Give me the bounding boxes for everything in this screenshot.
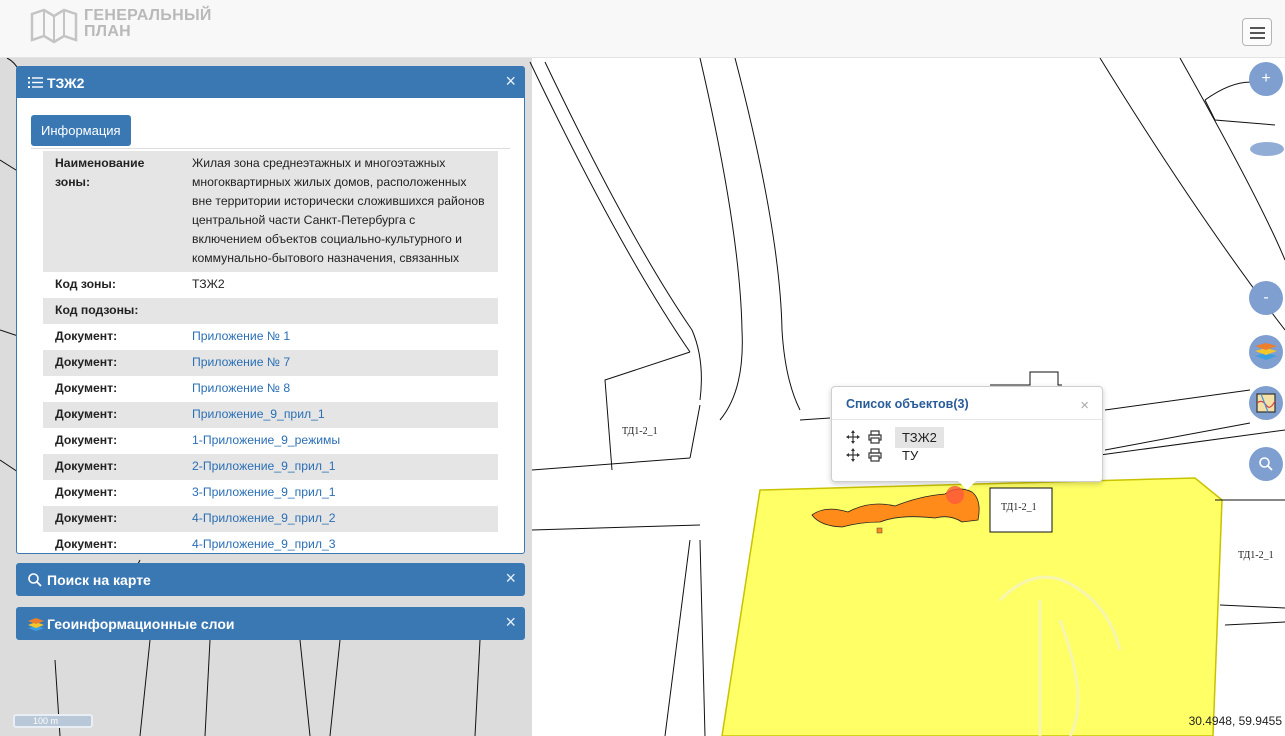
- table-row: Документ: Приложение № 7: [43, 350, 498, 376]
- document-link[interactable]: 4-Приложение_9_прил_3: [192, 537, 336, 551]
- logo-line-1: ГЕНЕРАЛЬНЫЙ: [84, 7, 212, 24]
- search-map-button[interactable]: [1249, 447, 1283, 481]
- row-key: Код подзоны:: [43, 298, 180, 324]
- logo-icon: [30, 8, 78, 44]
- list-item: ТЗЖ2: [844, 427, 1084, 448]
- move-icon[interactable]: [846, 430, 860, 444]
- info-table: Наименование зоны: Жилая зона среднеэтаж…: [43, 151, 498, 558]
- popup-item-label[interactable]: ТУ: [895, 445, 925, 466]
- table-row: Документ: 4-Приложение_9_прил_2: [43, 506, 498, 532]
- popup-pointer: [958, 481, 976, 490]
- menu-button[interactable]: [1242, 18, 1272, 46]
- layers-icon: [1255, 343, 1277, 360]
- map-icon: [1256, 393, 1276, 413]
- document-link[interactable]: Приложение_9_прил_1: [192, 407, 325, 421]
- menu-icon: [1250, 27, 1265, 29]
- table-row: Код подзоны:: [43, 298, 498, 324]
- row-value: [180, 298, 498, 324]
- print-icon[interactable]: [868, 430, 882, 444]
- search-icon: [1259, 457, 1273, 471]
- row-key: Документ:: [43, 350, 180, 376]
- table-row: Документ: Приложение № 8: [43, 376, 498, 402]
- row-key: Документ:: [55, 537, 118, 551]
- tab-information[interactable]: Информация: [31, 115, 131, 146]
- document-link[interactable]: Приложение № 7: [192, 355, 290, 369]
- close-icon[interactable]: ×: [505, 613, 516, 631]
- row-value: ТЗЖ2: [192, 277, 225, 291]
- row-key: Документ:: [55, 433, 118, 447]
- search-panel-title: Поиск на карте: [47, 572, 151, 588]
- search-icon: [28, 573, 42, 587]
- close-icon[interactable]: ×: [505, 72, 516, 90]
- row-value: Жилая зона среднеэтажных и многоэтажных …: [180, 151, 498, 272]
- info-panel: ТЗЖ2 × Информация Наименование зоны: Жил…: [16, 66, 525, 554]
- table-row: Код зоны: ТЗЖ2: [43, 272, 498, 298]
- layers-panel[interactable]: Геоинформационные слои ×: [16, 607, 525, 640]
- tab-divider: [31, 148, 510, 149]
- print-icon[interactable]: [868, 448, 882, 462]
- info-panel-title: ТЗЖ2: [47, 75, 85, 91]
- objects-popup: Список объектов(3) × ТЗЖ2 ТУ: [831, 386, 1103, 490]
- close-icon[interactable]: ×: [505, 569, 516, 587]
- app-header: ГЕНЕРАЛЬНЫЙ ПЛАН: [0, 0, 1285, 58]
- row-key: Документ:: [43, 454, 180, 480]
- table-row: Документ: Приложение_9_прил_1: [43, 402, 498, 428]
- document-link[interactable]: 1-Приложение_9_режимы: [192, 433, 340, 447]
- document-link[interactable]: Приложение № 1: [192, 329, 290, 343]
- table-row: Документ: 2-Приложение_9_прил_1: [43, 454, 498, 480]
- scale-bar: 100 m: [13, 714, 93, 728]
- table-row: Наименование зоны: Жилая зона среднеэтаж…: [43, 151, 498, 272]
- document-link[interactable]: 4-Приложение_9_прил_2: [192, 511, 336, 525]
- logo-line-2: ПЛАН: [84, 23, 132, 40]
- row-key: Документ:: [55, 329, 118, 343]
- row-key: Документ:: [43, 506, 180, 532]
- zoom-in-button[interactable]: +: [1249, 62, 1283, 96]
- close-icon[interactable]: ×: [1080, 397, 1089, 414]
- list-item: ТУ: [844, 445, 1084, 465]
- search-panel-header[interactable]: Поиск на карте ×: [17, 564, 524, 595]
- row-key: Документ:: [43, 402, 180, 428]
- document-link[interactable]: 3-Приложение_9_прил_1: [192, 485, 336, 499]
- layers-panel-header[interactable]: Геоинформационные слои ×: [17, 608, 524, 639]
- map-zone-label: ТД1-2_1: [622, 426, 658, 437]
- map-style-button[interactable]: [1249, 386, 1283, 420]
- layers-icon: [28, 618, 44, 631]
- row-key: Код зоны:: [55, 277, 116, 291]
- zoom-out-button[interactable]: -: [1249, 281, 1283, 315]
- row-key: Документ:: [55, 485, 118, 499]
- popup-title: Список объектов(3): [846, 397, 969, 411]
- table-row: Документ: Приложение № 1: [43, 324, 498, 350]
- table-row: Документ: 3-Приложение_9_прил_1: [43, 480, 498, 506]
- search-panel[interactable]: Поиск на карте ×: [16, 563, 525, 596]
- map-zone-label: ТД1-2_1: [1238, 550, 1274, 561]
- document-link[interactable]: 2-Приложение_9_прил_1: [192, 459, 336, 473]
- layers-panel-title: Геоинформационные слои: [47, 616, 235, 632]
- move-icon[interactable]: [846, 448, 860, 462]
- document-link[interactable]: Приложение № 8: [192, 381, 290, 395]
- table-row: Документ: 1-Приложение_9_режимы: [43, 428, 498, 454]
- list-icon: [28, 77, 43, 88]
- row-key: Наименование зоны:: [43, 151, 180, 272]
- layers-button[interactable]: [1249, 335, 1283, 369]
- row-key: Документ:: [55, 381, 118, 395]
- popup-divider: [832, 419, 1102, 420]
- info-panel-header[interactable]: ТЗЖ2 ×: [17, 67, 524, 98]
- table-row: Документ: 4-Приложение_9_прил_3: [43, 532, 498, 558]
- logo-text: ГЕНЕРАЛЬНЫЙ ПЛАН: [84, 8, 212, 40]
- zoom-slider-handle[interactable]: [1250, 142, 1284, 156]
- coordinates-readout: 30.4948, 59.9455: [1188, 714, 1282, 728]
- map-zone-label: ТД1-2_1: [1001, 502, 1037, 513]
